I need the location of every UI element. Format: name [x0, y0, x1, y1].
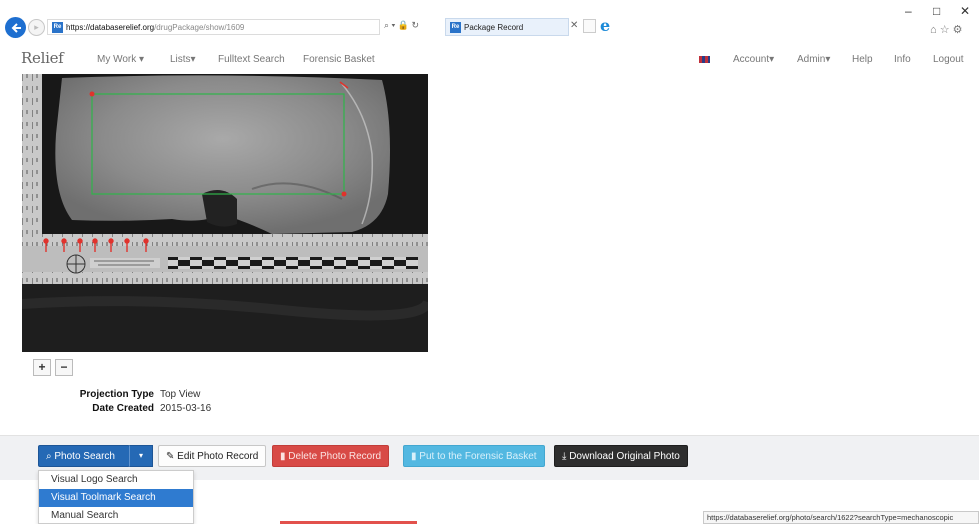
photo-search-menu: Visual Logo Search Visual Toolmark Searc…: [38, 470, 194, 524]
address-tools[interactable]: ⌕ ▾ 🔒 ↻: [384, 20, 419, 31]
nav-lists[interactable]: Lists▾: [170, 54, 196, 65]
photo-search-dropdown-toggle[interactable]: ▾: [129, 445, 153, 467]
address-bar[interactable]: Re https://databaserelief.org/drugPackag…: [47, 19, 380, 35]
minimize-button[interactable]: –: [905, 4, 912, 18]
nav-my-work[interactable]: My Work ▾: [97, 54, 144, 65]
back-button[interactable]: [5, 17, 26, 38]
menu-item-manual-search[interactable]: Manual Search: [39, 507, 193, 523]
tab-title: Package Record: [464, 22, 524, 32]
put-to-forensic-basket-button[interactable]: ▮ Put to the Forensic Basket: [403, 445, 545, 467]
projection-type-value: Top View: [160, 389, 201, 400]
menu-item-visual-logo-search[interactable]: Visual Logo Search: [39, 471, 193, 489]
relief-logo[interactable]: Relief: [21, 49, 64, 67]
close-window-button[interactable]: ✕: [960, 4, 970, 18]
download-original-photo-button[interactable]: ⤓ Download Original Photo: [554, 445, 688, 467]
photo-search-button[interactable]: ⌕ Photo Search: [38, 445, 130, 467]
site-favicon-icon: Re: [52, 21, 63, 33]
nav-fulltext-search[interactable]: Fulltext Search: [218, 54, 285, 65]
screen: ▸ Re https://databaserelief.org/drugPack…: [0, 0, 979, 524]
nav-help[interactable]: Help: [852, 54, 873, 65]
url-host: https://databaserelief.org: [66, 22, 155, 32]
zoom-in-button[interactable]: +: [33, 359, 51, 376]
status-bar-url: https://databaserelief.org/photo/search/…: [703, 511, 979, 524]
photo-canvas: [22, 74, 428, 352]
delete-photo-record-button[interactable]: ▮ Delete Photo Record: [272, 445, 390, 467]
projection-type-label: Projection Type: [79, 389, 154, 400]
nav-admin[interactable]: Admin▾: [797, 54, 830, 65]
maximize-button[interactable]: □: [933, 4, 940, 18]
menu-item-visual-toolmark-search[interactable]: Visual Toolmark Search: [39, 489, 193, 507]
nav-info[interactable]: Info: [894, 54, 911, 65]
url-path: /drugPackage/show/1609: [154, 22, 245, 32]
package-photo[interactable]: [22, 74, 428, 352]
browser-toolbar-icons[interactable]: ⌂ ☆ ⚙: [930, 23, 962, 36]
ie-logo-icon: e: [600, 16, 611, 35]
zoom-out-button[interactable]: −: [55, 359, 73, 376]
forward-button[interactable]: ▸: [28, 19, 45, 36]
edit-photo-record-button[interactable]: ✎ Edit Photo Record: [158, 445, 267, 467]
app-navbar: Relief My Work ▾ Lists▾ Fulltext Search …: [0, 44, 979, 74]
language-flag-icon[interactable]: [699, 56, 710, 63]
nav-logout[interactable]: Logout: [933, 54, 964, 65]
browser-chrome: ▸ Re https://databaserelief.org/drugPack…: [0, 0, 979, 44]
nav-forensic-basket[interactable]: Forensic Basket: [303, 54, 375, 65]
tab-close-icon[interactable]: ✕: [570, 20, 578, 31]
browser-tab[interactable]: Re Package Record: [445, 18, 569, 36]
new-tab-button[interactable]: [583, 19, 596, 33]
arrow-left-icon: [11, 22, 21, 33]
tab-favicon-icon: Re: [450, 21, 461, 33]
date-created-label: Date Created: [92, 403, 154, 414]
date-created-value: 2015-03-16: [160, 403, 212, 414]
nav-account[interactable]: Account▾: [733, 54, 774, 65]
